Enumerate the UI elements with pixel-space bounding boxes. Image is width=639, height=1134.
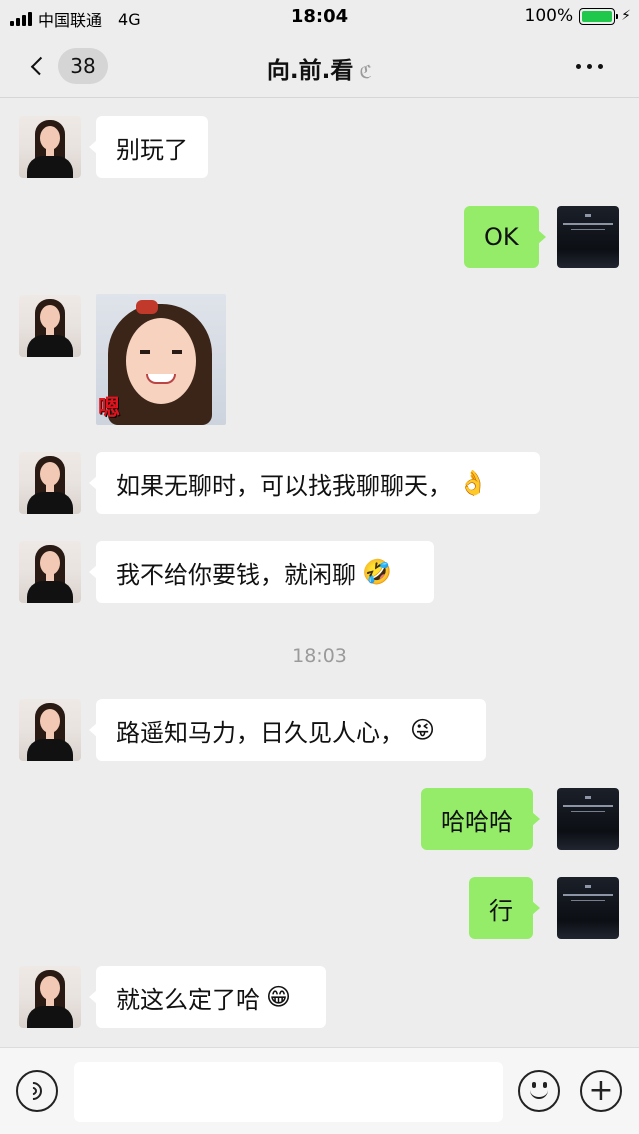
message-input[interactable]	[74, 1062, 503, 1122]
ear-muted-icon: ℭ	[359, 62, 373, 83]
chat-title: 向.前.看 ℭ	[0, 51, 639, 85]
chat-title-text: 向.前.看	[266, 58, 354, 84]
nav-bar: 38 向.前.看 ℭ	[0, 34, 639, 98]
voice-icon	[20, 1078, 47, 1104]
sticker-caption: 嗯	[98, 396, 121, 421]
voice-button[interactable]	[16, 1070, 58, 1112]
status-right: 100% ⚡	[525, 6, 631, 26]
message-bubble-incoming[interactable]: 别玩了	[89, 116, 208, 178]
contact-avatar[interactable]	[19, 116, 81, 178]
message-bubble-outgoing[interactable]: 行	[469, 877, 540, 939]
more-button[interactable]	[576, 64, 603, 69]
contact-avatar[interactable]	[19, 295, 81, 357]
battery-fill	[582, 10, 613, 22]
sticker-image[interactable]: 嗯	[96, 294, 226, 425]
chat-timestamp: 18:03	[292, 645, 347, 667]
message-text: 路遥知马力，日久见人心，	[116, 718, 404, 747]
battery-percent: 100%	[524, 6, 574, 26]
message-bubble-incoming[interactable]: 路遥知马力，日久见人心， 😜	[89, 699, 486, 761]
more-actions-button[interactable]: +	[580, 1070, 622, 1112]
grinning-emoji-icon: 😁	[266, 983, 292, 1011]
contact-avatar[interactable]	[19, 966, 81, 1028]
self-avatar[interactable]	[557, 877, 619, 939]
message-bubble-incoming[interactable]: 就这么定了哈 😁	[89, 966, 326, 1028]
message-text: 如果无聊时，可以找我聊聊天，	[116, 471, 452, 500]
winking-tongue-emoji-icon: 😜	[410, 716, 436, 744]
plus-icon: +	[588, 1073, 614, 1108]
self-avatar[interactable]	[557, 206, 619, 268]
contact-avatar[interactable]	[19, 452, 81, 514]
contact-avatar[interactable]	[19, 541, 81, 603]
message-bubble-outgoing[interactable]: 哈哈哈	[421, 788, 540, 850]
status-bar: 中国联通 4G 18:04 100% ⚡	[0, 0, 639, 34]
message-bubble-incoming[interactable]: 如果无聊时，可以找我聊聊天， 👌	[89, 452, 540, 514]
rofl-emoji-icon: 🤣	[362, 558, 392, 586]
contact-avatar[interactable]	[19, 699, 81, 761]
message-text: 就这么定了哈	[116, 985, 260, 1014]
message-bubble-outgoing[interactable]: OK	[464, 206, 546, 268]
emoji-face-icon	[520, 1070, 558, 1112]
ok-hand-emoji-icon: 👌	[458, 469, 488, 497]
message-text: 我不给你要钱，就闲聊	[116, 560, 356, 589]
message-text: 哈哈哈	[441, 807, 513, 836]
ellipsis-icon	[576, 64, 581, 69]
self-avatar[interactable]	[557, 788, 619, 850]
message-text: 别玩了	[116, 135, 188, 164]
input-bar: +	[0, 1047, 639, 1134]
message-text: OK	[484, 223, 519, 251]
battery-icon	[579, 7, 619, 25]
message-text: 行	[489, 896, 513, 925]
charging-icon: ⚡	[621, 8, 631, 24]
emoji-button[interactable]	[518, 1070, 560, 1112]
message-bubble-incoming[interactable]: 我不给你要钱，就闲聊 🤣	[89, 541, 434, 603]
